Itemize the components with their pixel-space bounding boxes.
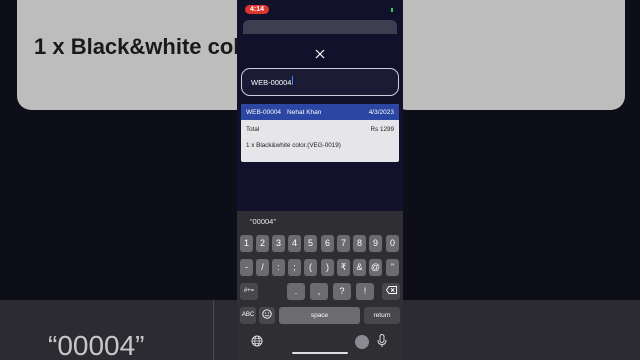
- key-3[interactable]: 3: [272, 235, 285, 252]
- key-exclamation[interactable]: !: [356, 283, 374, 300]
- backspace-icon: [385, 286, 397, 295]
- key-0[interactable]: 0: [386, 235, 399, 252]
- key-semicolon[interactable]: ;: [288, 259, 301, 276]
- search-input[interactable]: WEB-00004: [241, 68, 399, 96]
- order-header: WEB-00004 Nehat Khan 4/3/2023: [241, 104, 399, 120]
- status-bar: 4:14: [237, 0, 403, 20]
- key-ampersand[interactable]: &: [353, 259, 366, 276]
- key-hyphen[interactable]: -: [240, 259, 253, 276]
- customer-name: Nehat Khan: [287, 108, 322, 116]
- globe-button[interactable]: [251, 335, 263, 350]
- total-label: Total: [246, 126, 260, 133]
- key-close-paren[interactable]: ): [321, 259, 334, 276]
- key-open-paren[interactable]: (: [304, 259, 317, 276]
- suggestion-bar: “00004”: [237, 211, 403, 231]
- status-time: 4:14: [245, 5, 270, 14]
- key-rupee[interactable]: ₹: [337, 259, 350, 276]
- order-total-row: Total Rs 1299: [241, 126, 399, 133]
- order-result-card[interactable]: WEB-00004 Nehat Khan 4/3/2023 Total Rs 1…: [241, 104, 399, 162]
- key-2[interactable]: 2: [256, 235, 269, 252]
- order-id: WEB-00004: [246, 108, 282, 116]
- suggestion-item[interactable]: “00004”: [250, 217, 276, 226]
- close-button[interactable]: [313, 47, 327, 61]
- dictation-indicator: [355, 335, 369, 349]
- order-item: 1 x Black&white color.(VEG-0019): [246, 142, 341, 149]
- text-cursor: [292, 76, 294, 86]
- phone-screen: 4:14 WEB-00004 WEB-00004 Nehat Khan 4/3/…: [237, 0, 403, 360]
- microphone-button[interactable]: [377, 334, 387, 351]
- delete-key[interactable]: [382, 283, 400, 300]
- emoji-key[interactable]: [259, 307, 275, 324]
- background-card-right: [393, 0, 625, 110]
- key-1[interactable]: 1: [240, 235, 253, 252]
- background-suggestion: “00004”: [48, 330, 145, 360]
- emoji-icon: [262, 309, 272, 320]
- key-period[interactable]: .: [287, 283, 305, 300]
- key-quote[interactable]: ”: [386, 259, 399, 276]
- key-9[interactable]: 9: [369, 235, 382, 252]
- close-icon: [315, 49, 325, 59]
- home-indicator[interactable]: [292, 352, 348, 354]
- microphone-icon: [377, 334, 387, 347]
- key-8[interactable]: 8: [353, 235, 366, 252]
- key-6[interactable]: 6: [321, 235, 334, 252]
- return-key[interactable]: return: [364, 307, 400, 324]
- key-7[interactable]: 7: [337, 235, 350, 252]
- key-5[interactable]: 5: [304, 235, 317, 252]
- key-symbols-shift[interactable]: #+=: [240, 283, 258, 300]
- key-abc[interactable]: ABC: [240, 307, 256, 324]
- key-colon[interactable]: :: [272, 259, 285, 276]
- key-slash[interactable]: /: [256, 259, 269, 276]
- total-amount: Rs 1299: [370, 126, 394, 133]
- key-4[interactable]: 4: [288, 235, 301, 252]
- search-value: WEB-00004: [251, 78, 292, 87]
- space-key[interactable]: space: [279, 307, 360, 324]
- background-keyboard-right: [403, 300, 640, 360]
- globe-icon: [251, 335, 263, 347]
- key-at[interactable]: @: [369, 259, 382, 276]
- background-sheet: [243, 20, 397, 34]
- background-divider: [213, 300, 214, 360]
- key-question[interactable]: ?: [333, 283, 351, 300]
- key-comma[interactable]: ,: [310, 283, 328, 300]
- order-date: 4/3/2023: [368, 108, 394, 116]
- battery-icon: [391, 8, 393, 12]
